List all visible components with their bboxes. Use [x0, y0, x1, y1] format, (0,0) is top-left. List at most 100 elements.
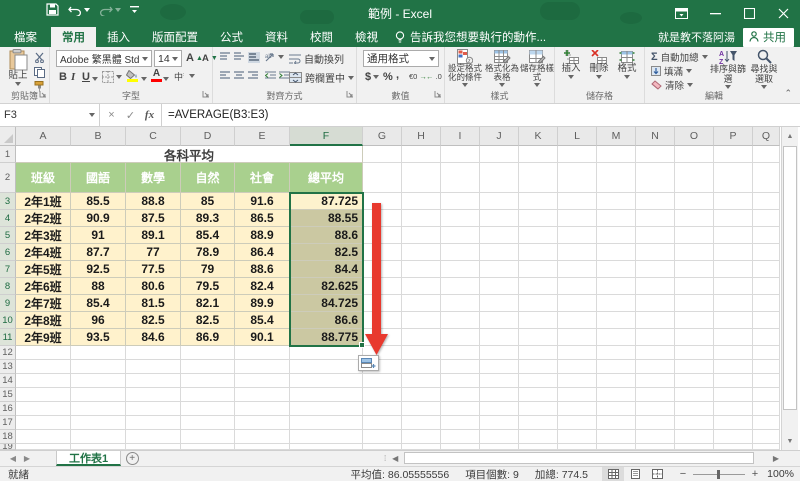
- collapse-ribbon-icon[interactable]: ⌃: [784, 88, 792, 99]
- cell-I10[interactable]: [441, 312, 480, 329]
- orientation-button[interactable]: ab: [265, 52, 284, 62]
- cell-J15[interactable]: [480, 388, 519, 402]
- cell-B8[interactable]: 88: [71, 278, 126, 295]
- cell-O9[interactable]: [675, 295, 714, 312]
- cell-O4[interactable]: [675, 210, 714, 227]
- cell-I5[interactable]: [441, 227, 480, 244]
- cell-O14[interactable]: [675, 374, 714, 388]
- increase-decimal-button[interactable]: €0→: [409, 72, 427, 81]
- cell-I2[interactable]: [441, 163, 480, 193]
- cell-N13[interactable]: [636, 360, 675, 374]
- cell-D12[interactable]: [181, 346, 235, 360]
- cell-O12[interactable]: [675, 346, 714, 360]
- cell-D4[interactable]: 89.3: [181, 210, 235, 227]
- cell-A2[interactable]: 班級: [16, 163, 71, 193]
- scroll-right-icon[interactable]: ▶: [770, 454, 782, 463]
- cell-N1[interactable]: [636, 146, 675, 163]
- cell-J11[interactable]: [480, 329, 519, 346]
- cell-B14[interactable]: [71, 374, 126, 388]
- cell-J6[interactable]: [480, 244, 519, 261]
- cell-N4[interactable]: [636, 210, 675, 227]
- cell-P14[interactable]: [714, 374, 753, 388]
- cell-O13[interactable]: [675, 360, 714, 374]
- scroll-down-icon[interactable]: ▼: [782, 433, 798, 449]
- cell-P9[interactable]: [714, 295, 753, 312]
- cell-H3[interactable]: [402, 193, 441, 210]
- cell-K4[interactable]: [519, 210, 558, 227]
- cell-B5[interactable]: 91: [71, 227, 126, 244]
- phonetic-guide-button[interactable]: 中:: [174, 70, 195, 82]
- cell-B6[interactable]: 87.7: [71, 244, 126, 261]
- cell-C10[interactable]: 82.5: [126, 312, 181, 329]
- cell-M17[interactable]: [597, 416, 636, 430]
- cell-H1[interactable]: [402, 146, 441, 163]
- fill-button[interactable]: 填滿: [651, 64, 692, 78]
- cell-D14[interactable]: [181, 374, 235, 388]
- cell-K15[interactable]: [519, 388, 558, 402]
- cell-N9[interactable]: [636, 295, 675, 312]
- column-header-M[interactable]: M: [597, 127, 636, 146]
- cell-L3[interactable]: [558, 193, 597, 210]
- alignment-dialog-launcher-icon[interactable]: [346, 89, 354, 101]
- cell-N11[interactable]: [636, 329, 675, 346]
- close-icon[interactable]: [766, 0, 800, 27]
- cell-D5[interactable]: 85.4: [181, 227, 235, 244]
- zoom-out-button[interactable]: −: [678, 468, 688, 480]
- cell-D17[interactable]: [181, 416, 235, 430]
- cell-F3[interactable]: 87.725: [290, 193, 363, 210]
- cell-H14[interactable]: [402, 374, 441, 388]
- row-header-16[interactable]: 16: [0, 402, 16, 416]
- cell-K11[interactable]: [519, 329, 558, 346]
- cell-A8[interactable]: 2年6班: [16, 278, 71, 295]
- horizontal-scrollbar[interactable]: ⁞ ◀ ▶: [384, 451, 782, 465]
- row-header-6[interactable]: 6: [0, 244, 16, 261]
- cell-E12[interactable]: [235, 346, 290, 360]
- cell-D9[interactable]: 82.1: [181, 295, 235, 312]
- cell-N12[interactable]: [636, 346, 675, 360]
- percent-style-button[interactable]: %: [383, 71, 393, 83]
- cell-A7[interactable]: 2年5班: [16, 261, 71, 278]
- cell-L12[interactable]: [558, 346, 597, 360]
- row-header-4[interactable]: 4: [0, 210, 16, 227]
- zoom-slider[interactable]: [693, 474, 745, 475]
- cell-A11[interactable]: 2年9班: [16, 329, 71, 346]
- cell-B3[interactable]: 85.5: [71, 193, 126, 210]
- cut-button[interactable]: [34, 52, 45, 63]
- cell-J13[interactable]: [480, 360, 519, 374]
- column-header-N[interactable]: N: [636, 127, 675, 146]
- cell-C12[interactable]: [126, 346, 181, 360]
- cell-J8[interactable]: [480, 278, 519, 295]
- cell-H10[interactable]: [402, 312, 441, 329]
- cell-C14[interactable]: [126, 374, 181, 388]
- cell-N8[interactable]: [636, 278, 675, 295]
- cell-Q4[interactable]: [753, 210, 780, 227]
- cell-G18[interactable]: [363, 430, 402, 444]
- cell-E8[interactable]: 82.4: [235, 278, 290, 295]
- cell-K1[interactable]: [519, 146, 558, 163]
- increase-font-size-button[interactable]: A▲: [186, 52, 203, 64]
- format-as-table-button[interactable]: 格式化為表格: [484, 49, 520, 87]
- cell-K17[interactable]: [519, 416, 558, 430]
- cell-L5[interactable]: [558, 227, 597, 244]
- cell-P16[interactable]: [714, 402, 753, 416]
- splitter-dots[interactable]: ⁞: [384, 454, 387, 463]
- cell-Q17[interactable]: [753, 416, 780, 430]
- cell-L7[interactable]: [558, 261, 597, 278]
- cell-F17[interactable]: [290, 416, 363, 430]
- cell-I15[interactable]: [441, 388, 480, 402]
- cell-E6[interactable]: 86.4: [235, 244, 290, 261]
- font-name-select[interactable]: Adobe 繁黑體 Std B: [56, 50, 152, 67]
- cell-H16[interactable]: [402, 402, 441, 416]
- cell-E11[interactable]: 90.1: [235, 329, 290, 346]
- comma-style-button[interactable]: ,: [396, 69, 399, 81]
- cell-A4[interactable]: 2年2班: [16, 210, 71, 227]
- maximize-icon[interactable]: [732, 0, 766, 27]
- cell-Q15[interactable]: [753, 388, 780, 402]
- cell-Q9[interactable]: [753, 295, 780, 312]
- cell-N17[interactable]: [636, 416, 675, 430]
- merged-title-cell-A1-F1[interactable]: 各科平均: [16, 146, 363, 163]
- cell-N5[interactable]: [636, 227, 675, 244]
- row-header-14[interactable]: 14: [0, 374, 16, 388]
- cell-I13[interactable]: [441, 360, 480, 374]
- minimize-icon[interactable]: [698, 0, 732, 27]
